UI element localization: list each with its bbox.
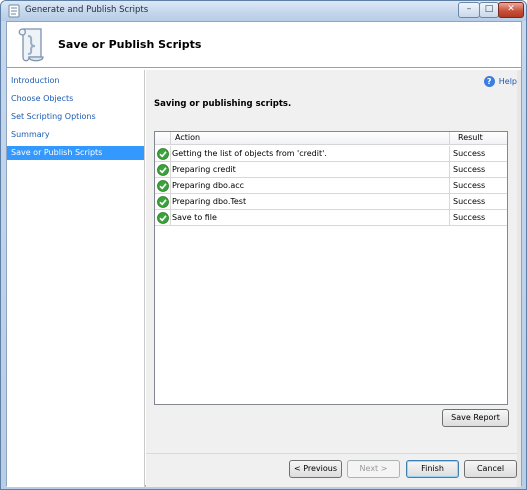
header-divider bbox=[170, 132, 171, 145]
table-row[interactable]: Preparing dbo.Test Success bbox=[155, 194, 507, 210]
save-report-button[interactable]: Save Report bbox=[442, 409, 509, 427]
close-button[interactable]: ✕ bbox=[498, 2, 524, 18]
row-action: Preparing dbo.acc bbox=[172, 181, 245, 190]
help-link[interactable]: ? Help bbox=[483, 76, 517, 88]
row-divider bbox=[170, 162, 171, 178]
cancel-button[interactable]: Cancel bbox=[464, 460, 517, 478]
wizard-content: ? Help Saving or publishing scripts. Acti… bbox=[146, 70, 521, 487]
title-bar[interactable]: Generate and Publish Scripts – □ ✕ bbox=[1, 1, 526, 21]
nav-item-choose-objects[interactable]: Choose Objects bbox=[7, 92, 144, 106]
wizard-nav: Introduction Choose Objects Set Scriptin… bbox=[7, 70, 145, 487]
nav-item-set-scripting-options[interactable]: Set Scripting Options bbox=[7, 110, 144, 124]
row-divider bbox=[170, 178, 171, 194]
row-divider bbox=[449, 162, 450, 178]
wizard-client: Save or Publish Scripts Introduction Cho… bbox=[6, 21, 522, 487]
row-divider bbox=[449, 146, 450, 162]
row-divider bbox=[449, 194, 450, 210]
nav-item-save-or-publish-scripts[interactable]: Save or Publish Scripts bbox=[7, 146, 144, 160]
wizard-header: Save or Publish Scripts bbox=[7, 22, 521, 68]
table-row[interactable]: Getting the list of objects from 'credit… bbox=[155, 146, 507, 162]
row-divider bbox=[170, 146, 171, 162]
next-button[interactable]: Next > bbox=[347, 460, 400, 478]
nav-item-introduction[interactable]: Introduction bbox=[7, 74, 144, 88]
success-check-icon bbox=[157, 212, 169, 224]
scroll-icon bbox=[18, 28, 44, 62]
row-action: Getting the list of objects from 'credit… bbox=[172, 149, 327, 158]
scroll-edge bbox=[517, 70, 521, 487]
row-action: Preparing credit bbox=[172, 165, 236, 174]
results-grid[interactable]: Action Result Getting the list of object… bbox=[154, 131, 508, 405]
help-icon: ? bbox=[483, 76, 495, 87]
success-check-icon bbox=[157, 148, 169, 160]
table-row[interactable]: Preparing dbo.acc Success bbox=[155, 178, 507, 194]
row-result: Success bbox=[453, 181, 486, 190]
window-title: Generate and Publish Scripts bbox=[25, 5, 149, 15]
previous-button[interactable]: < Previous bbox=[289, 460, 342, 478]
success-check-icon bbox=[157, 164, 169, 176]
maximize-button[interactable]: □ bbox=[479, 2, 499, 18]
help-label: Help bbox=[498, 77, 517, 86]
minimize-button[interactable]: – bbox=[458, 2, 480, 18]
success-check-icon bbox=[157, 196, 169, 208]
grid-header: Action Result bbox=[155, 132, 507, 145]
section-title: Saving or publishing scripts. bbox=[154, 99, 292, 109]
row-divider bbox=[449, 178, 450, 194]
app-icon bbox=[8, 4, 20, 18]
row-divider bbox=[170, 210, 171, 226]
row-action: Preparing dbo.Test bbox=[172, 197, 247, 206]
column-header-result[interactable]: Result bbox=[458, 133, 483, 142]
footer-divider bbox=[146, 453, 521, 454]
row-result: Success bbox=[453, 149, 486, 158]
header-divider bbox=[449, 132, 450, 145]
row-result: Success bbox=[453, 197, 486, 206]
page-title: Save or Publish Scripts bbox=[58, 38, 202, 51]
table-row[interactable]: Save to file Success bbox=[155, 210, 507, 226]
table-row[interactable]: Preparing credit Success bbox=[155, 162, 507, 178]
row-divider bbox=[170, 194, 171, 210]
row-result: Success bbox=[453, 213, 486, 222]
finish-button[interactable]: Finish bbox=[406, 460, 459, 478]
column-header-action[interactable]: Action bbox=[175, 133, 200, 142]
row-divider bbox=[449, 210, 450, 226]
success-check-icon bbox=[157, 180, 169, 192]
row-result: Success bbox=[453, 165, 486, 174]
nav-item-summary[interactable]: Summary bbox=[7, 128, 144, 142]
row-action: Save to file bbox=[172, 213, 217, 222]
wizard-window: Generate and Publish Scripts – □ ✕ Save … bbox=[0, 0, 527, 490]
